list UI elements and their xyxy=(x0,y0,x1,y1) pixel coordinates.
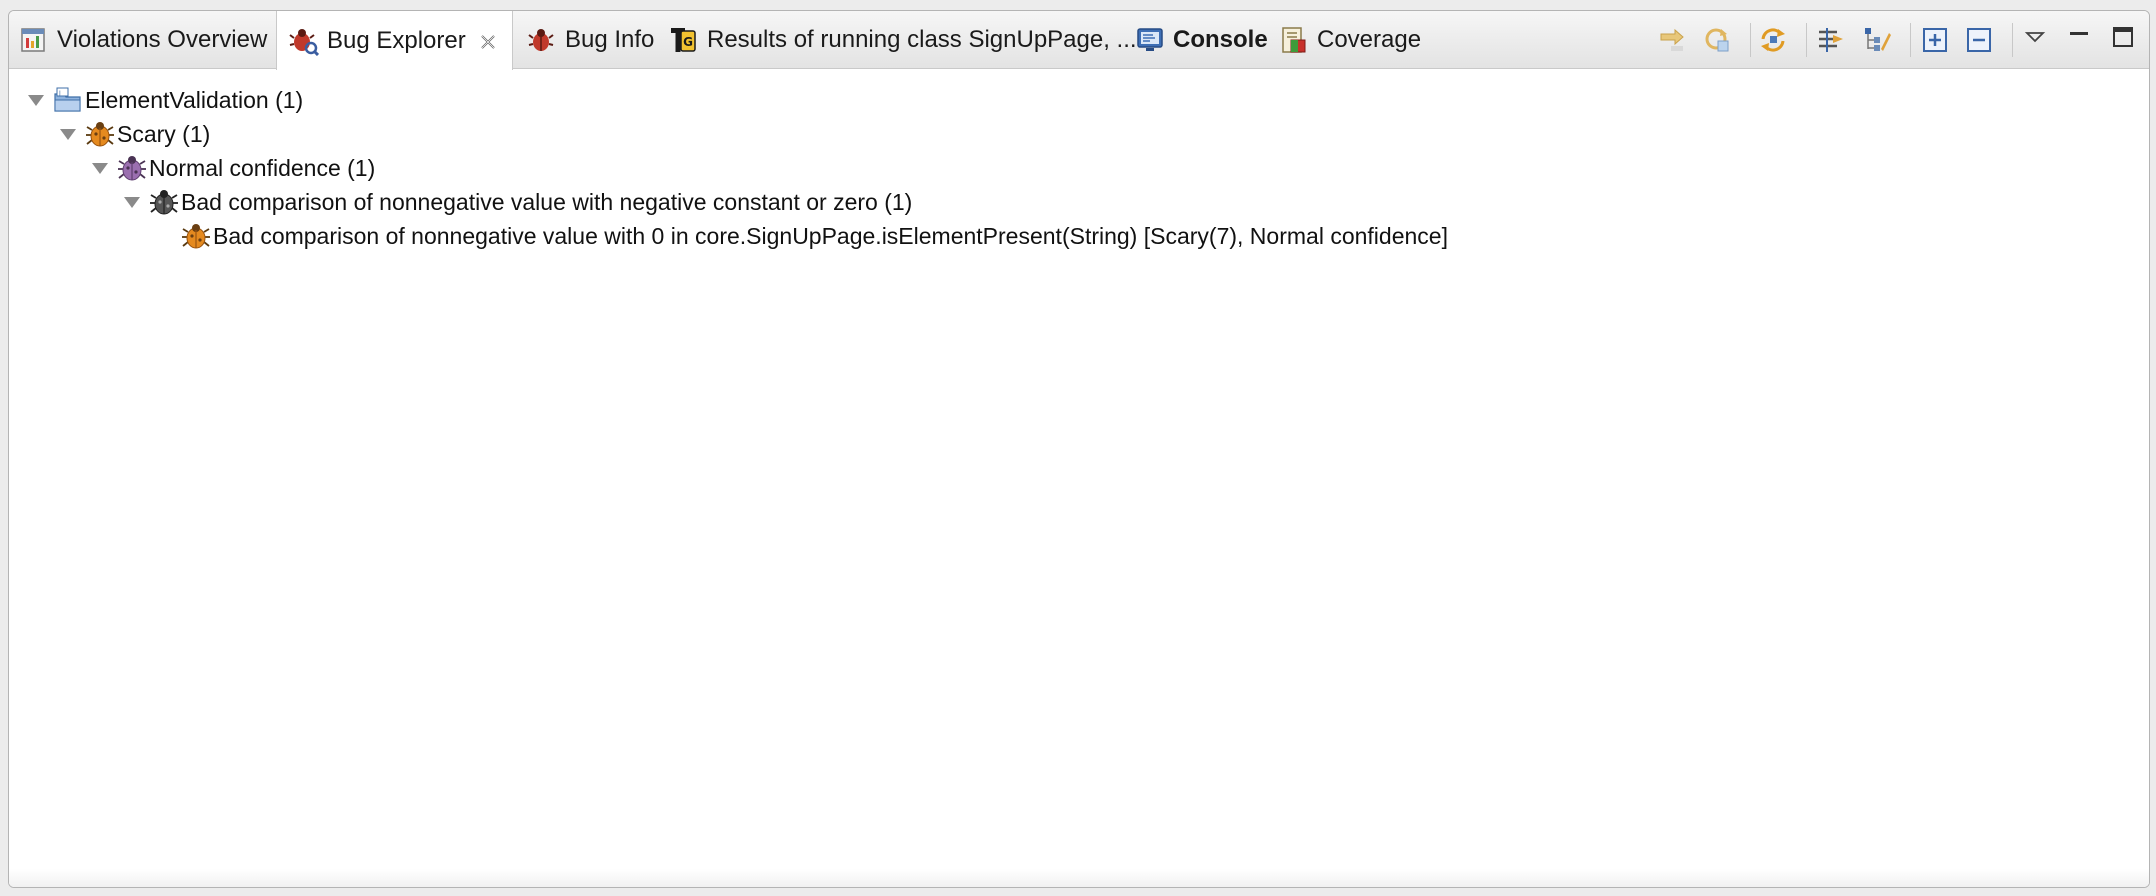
tree-node-label: Bad comparison of nonnegative value with… xyxy=(213,222,1448,249)
bug-pattern-icon xyxy=(149,187,179,217)
tree-node-rank[interactable]: Scary (1) xyxy=(57,117,210,151)
svg-text:G: G xyxy=(683,35,693,49)
group-by-icon[interactable] xyxy=(1861,25,1893,55)
toolbar-separator xyxy=(2012,23,2013,57)
leaf-spacer xyxy=(153,225,175,247)
expanded-twisty-icon[interactable] xyxy=(89,157,111,179)
tree-node-label: ElementValidation (1) xyxy=(85,86,304,113)
tab-label: Bug Explorer xyxy=(327,26,466,54)
console-icon xyxy=(1135,25,1165,55)
bug-explorer-view: Violations Overview Bug Explorer Bug Inf… xyxy=(8,10,2150,888)
toolbar-separator xyxy=(1750,23,1751,57)
bug-info-icon xyxy=(527,25,557,55)
tree-node-label: Bad comparison of nonnegative value with… xyxy=(181,188,913,215)
view-tab-bar: Violations Overview Bug Explorer Bug Inf… xyxy=(9,11,2149,70)
view-menu-icon[interactable] xyxy=(2019,19,2051,49)
bug-explorer-icon xyxy=(289,26,320,56)
go-to-next-icon[interactable] xyxy=(1657,25,1689,55)
violations-overview-icon xyxy=(19,25,49,55)
expanded-twisty-icon[interactable] xyxy=(121,191,143,213)
synchronize-icon[interactable] xyxy=(1757,25,1789,55)
filter-icon[interactable] xyxy=(1815,25,1847,55)
maximize-icon[interactable] xyxy=(2107,23,2139,53)
tree-node-bug-instance[interactable]: Bad comparison of nonnegative value with… xyxy=(153,219,1448,253)
tab-label: Bug Info xyxy=(565,26,655,53)
refresh-icon[interactable] xyxy=(1701,25,1733,55)
tree-node-pattern[interactable]: Bad comparison of nonnegative value with… xyxy=(121,185,912,219)
testng-results-icon: G xyxy=(669,25,699,55)
tab-label: Coverage xyxy=(1317,26,1422,53)
expanded-twisty-icon[interactable] xyxy=(57,123,79,145)
tab-label: Results of running class SignUpPage, ... xyxy=(707,26,1137,53)
tree-node-label: Normal confidence (1) xyxy=(149,154,376,181)
tree-node-project[interactable]: J ElementValidation (1) xyxy=(25,83,303,117)
normal-confidence-bug-icon xyxy=(117,153,147,183)
expanded-twisty-icon[interactable] xyxy=(25,89,47,111)
tab-label: Console xyxy=(1173,26,1268,53)
minimize-icon[interactable] xyxy=(2063,19,2095,49)
toolbar-separator xyxy=(1910,23,1911,57)
tab-testng-results[interactable]: G Results of running class SignUpPage, .… xyxy=(665,11,1147,69)
tab-label: Violations Overview xyxy=(57,26,268,53)
tab-coverage[interactable]: Coverage xyxy=(1273,11,1431,69)
close-tab-icon[interactable] xyxy=(478,31,498,51)
expand-all-icon[interactable] xyxy=(1919,25,1951,55)
tree-node-label: Scary (1) xyxy=(117,120,211,147)
scary-bug-icon xyxy=(85,119,115,149)
svg-text:J: J xyxy=(58,90,61,97)
tab-violations-overview[interactable]: Violations Overview xyxy=(13,11,277,69)
tree-node-confidence[interactable]: Normal confidence (1) xyxy=(89,151,375,185)
view-bottom-edge xyxy=(9,869,2149,887)
tab-bug-info[interactable]: Bug Info xyxy=(523,11,664,69)
collapse-all-icon[interactable] xyxy=(1963,25,1995,55)
project-folder-icon: J xyxy=(53,85,83,115)
tab-console[interactable]: Console xyxy=(1129,11,1278,69)
bug-instance-icon xyxy=(181,221,211,251)
bug-tree: J ElementValidation (1) Scary (1) Normal… xyxy=(9,69,2149,887)
coverage-icon xyxy=(1279,25,1309,55)
toolbar-separator xyxy=(1806,23,1807,57)
tab-bug-explorer[interactable]: Bug Explorer xyxy=(276,11,513,70)
